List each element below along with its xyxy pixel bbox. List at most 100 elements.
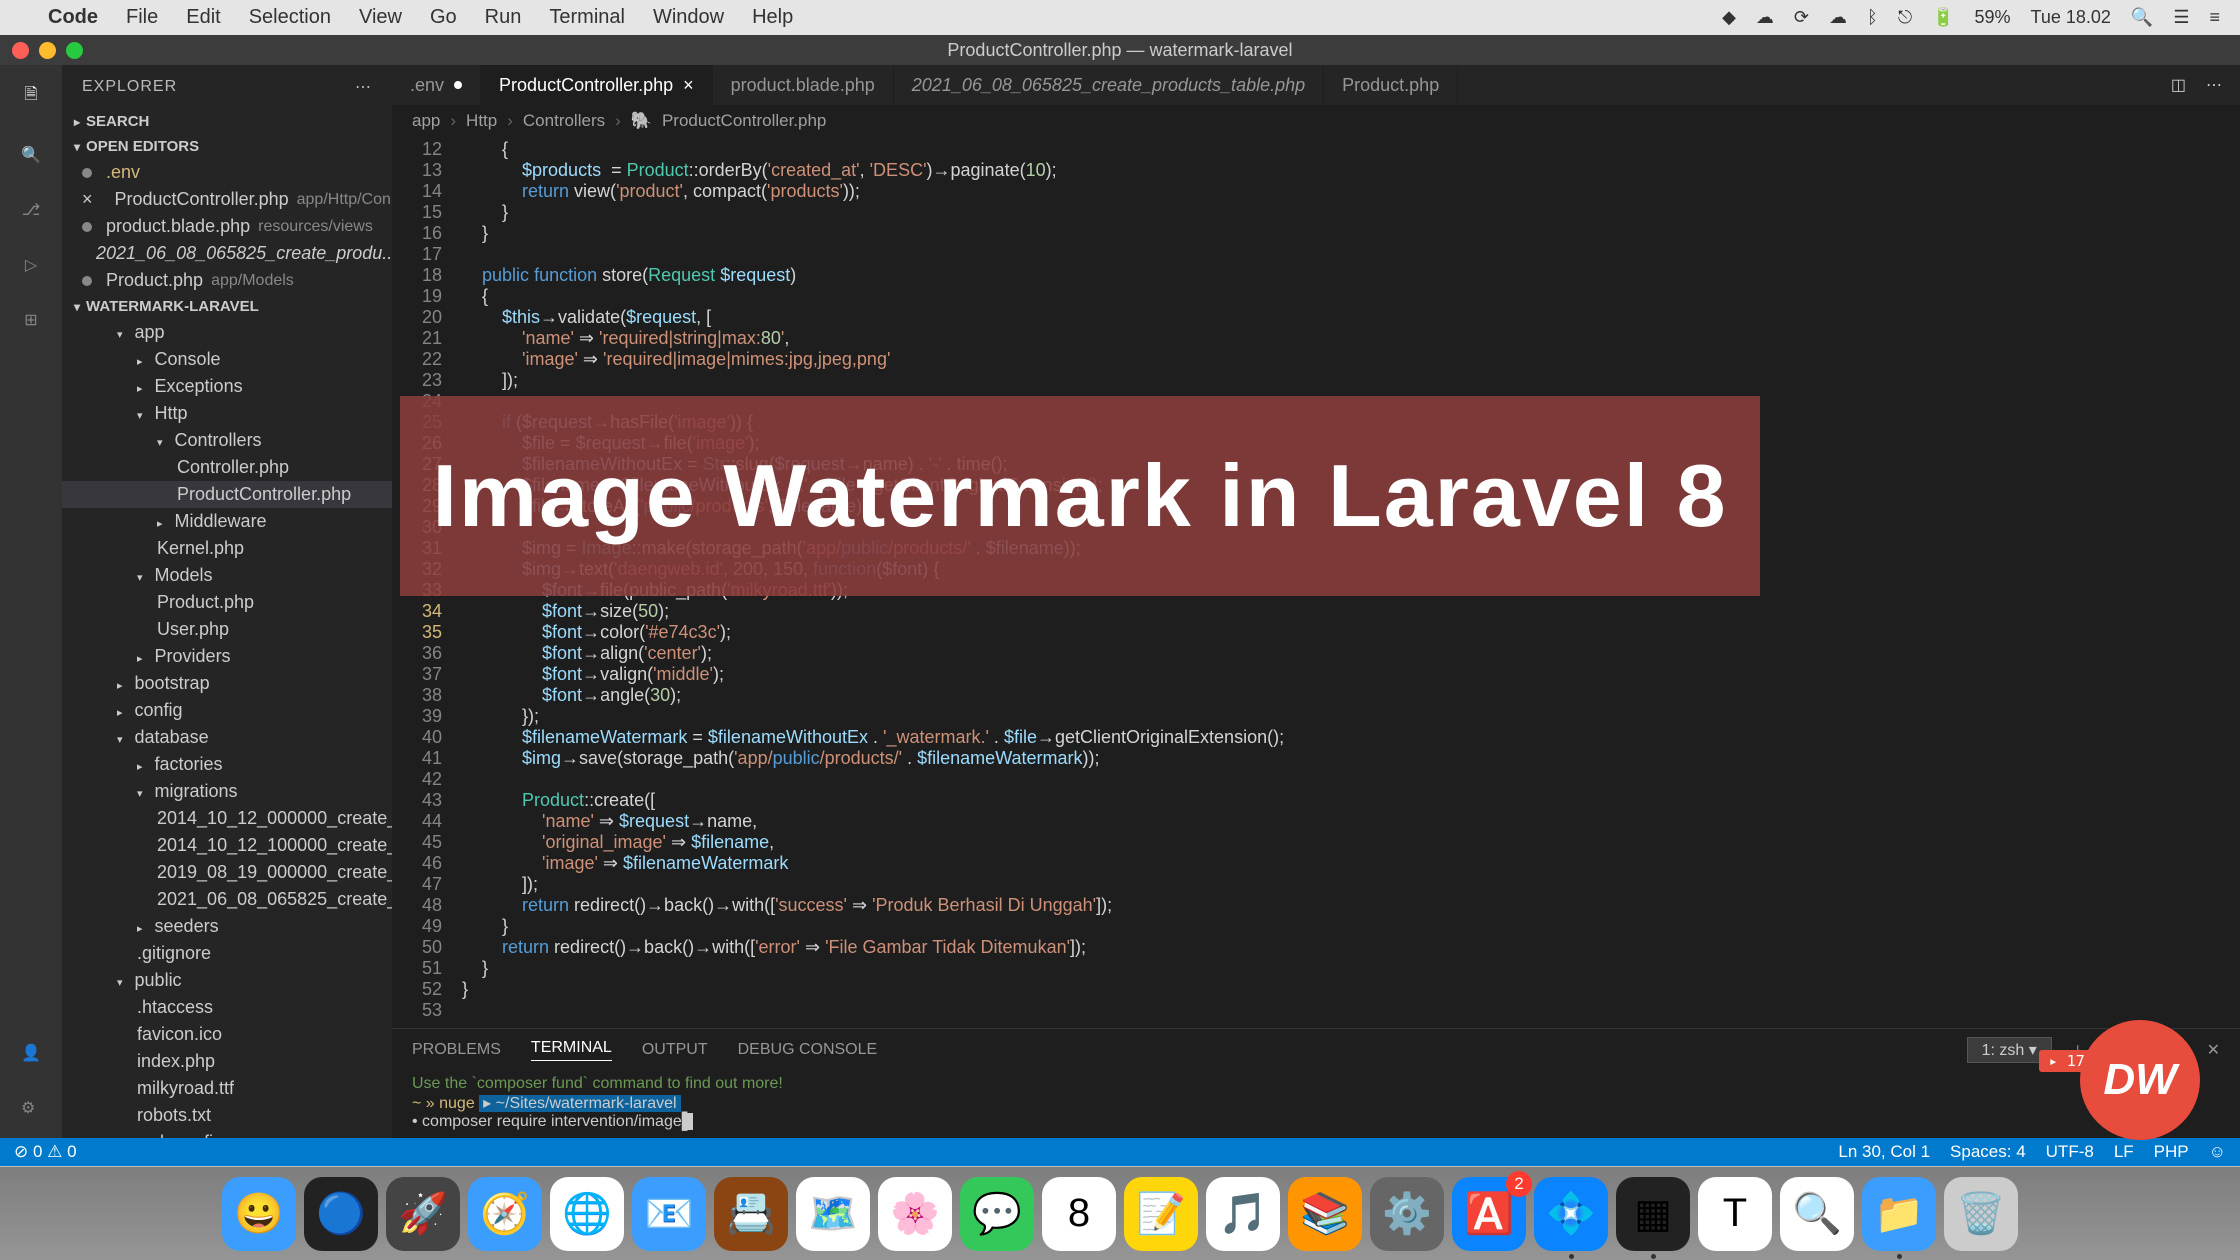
dock-app[interactable]: 🗺️ — [796, 1177, 870, 1251]
file-item[interactable]: .htaccess — [62, 994, 392, 1021]
spotlight-icon[interactable]: 🔍 — [2131, 7, 2153, 28]
file-item[interactable]: favicon.ico — [62, 1021, 392, 1048]
dock-app[interactable]: 🅰️2 — [1452, 1177, 1526, 1251]
file-item[interactable]: 2019_08_19_000000_create_failed_job... — [62, 859, 392, 886]
sidebar-more-icon[interactable]: ⋯ — [355, 77, 372, 97]
folder-item[interactable]: migrations — [62, 778, 392, 805]
dock-app[interactable]: 🎵 — [1206, 1177, 1280, 1251]
panel-tab-terminal[interactable]: TERMINAL — [531, 1039, 612, 1061]
folder-item[interactable]: database — [62, 724, 392, 751]
folder-item[interactable]: Exceptions — [62, 373, 392, 400]
bluetooth-icon[interactable]: ᛒ — [1867, 7, 1878, 28]
open-editor-item[interactable]: .env — [62, 159, 392, 186]
section-search[interactable]: SEARCH — [62, 109, 392, 134]
file-item[interactable]: 2014_10_12_000000_create_users_tabl... — [62, 805, 392, 832]
dock-app[interactable]: 😀 — [222, 1177, 296, 1251]
maximize-window[interactable] — [66, 42, 83, 59]
dock-app[interactable]: ▦ — [1616, 1177, 1690, 1251]
app-name-menu[interactable]: Code — [48, 6, 98, 29]
status-problems[interactable]: ⊘ 0 ⚠ 0 — [14, 1142, 77, 1162]
dock-app[interactable]: 📝 — [1124, 1177, 1198, 1251]
dock-app[interactable]: ⚙️ — [1370, 1177, 1444, 1251]
file-item[interactable]: index.php — [62, 1048, 392, 1075]
dock-app[interactable]: 8 — [1042, 1177, 1116, 1251]
dock-app[interactable]: 🌸 — [878, 1177, 952, 1251]
notification-icon[interactable]: ≡ — [2209, 7, 2220, 28]
terminal-body[interactable]: Use the `composer fund` command to find … — [392, 1071, 2240, 1135]
dock-app[interactable]: 📚 — [1288, 1177, 1362, 1251]
dock-app[interactable]: 🌐 — [550, 1177, 624, 1251]
status-eol[interactable]: LF — [2114, 1142, 2134, 1162]
menu-help[interactable]: Help — [752, 6, 793, 29]
folder-item[interactable]: Controllers — [62, 427, 392, 454]
open-editor-item[interactable]: product.blade.php resources/views — [62, 213, 392, 240]
menu-view[interactable]: View — [359, 6, 402, 29]
folder-item[interactable]: config — [62, 697, 392, 724]
account-icon[interactable]: 👤 — [21, 1043, 41, 1063]
dock-app[interactable]: 🔍 — [1780, 1177, 1854, 1251]
extensions-icon[interactable]: ⊞ — [24, 310, 37, 330]
dock-app[interactable]: 🧭 — [468, 1177, 542, 1251]
clock[interactable]: Tue 18.02 — [2031, 7, 2111, 28]
file-item[interactable]: milkyroad.ttf — [62, 1075, 392, 1102]
gear-icon[interactable]: ⚙ — [21, 1098, 41, 1118]
menu-file[interactable]: File — [126, 6, 158, 29]
dock-app[interactable]: 💠 — [1534, 1177, 1608, 1251]
status-indent[interactable]: Spaces: 4 — [1950, 1142, 2026, 1162]
section-project[interactable]: WATERMARK-LARAVEL — [62, 294, 392, 319]
file-item[interactable]: web.config — [62, 1129, 392, 1138]
folder-item[interactable]: Console — [62, 346, 392, 373]
panel-tab-output[interactable]: OUTPUT — [642, 1041, 708, 1059]
dock-app[interactable]: 📁 — [1862, 1177, 1936, 1251]
dropbox-icon[interactable]: ☁ — [1756, 7, 1774, 28]
editor-tab[interactable]: .env — [392, 65, 481, 105]
minimize-window[interactable] — [39, 42, 56, 59]
debug-icon[interactable]: ▷ — [25, 255, 37, 275]
dock-app[interactable]: 📧 — [632, 1177, 706, 1251]
panel-tab-problems[interactable]: PROBLEMS — [412, 1041, 501, 1059]
folder-item[interactable]: Http — [62, 400, 392, 427]
cloud-icon[interactable]: ☁ — [1829, 7, 1847, 28]
status-encoding[interactable]: UTF-8 — [2046, 1142, 2094, 1162]
file-item[interactable]: robots.txt — [62, 1102, 392, 1129]
breadcrumb[interactable]: app› Http› Controllers› 🐘ProductControll… — [392, 105, 2240, 137]
folder-item[interactable]: bootstrap — [62, 670, 392, 697]
menubar-extra-icon[interactable]: ◆ — [1722, 7, 1736, 28]
close-window[interactable] — [12, 42, 29, 59]
menu-selection[interactable]: Selection — [249, 6, 331, 29]
folder-item[interactable]: public — [62, 967, 392, 994]
editor-tab[interactable]: ProductController.php× — [481, 65, 713, 105]
scm-icon[interactable]: ⎇ — [22, 200, 40, 220]
file-item[interactable]: ProductController.php — [62, 481, 392, 508]
open-editor-item[interactable]: ×ProductController.php app/Http/Con... — [62, 186, 392, 213]
dock-app[interactable]: 📇 — [714, 1177, 788, 1251]
file-item[interactable]: Controller.php — [62, 454, 392, 481]
file-item[interactable]: Kernel.php — [62, 535, 392, 562]
close-icon[interactable]: × — [683, 75, 694, 96]
menu-window[interactable]: Window — [653, 6, 724, 29]
open-editor-item[interactable]: Product.php app/Models — [62, 267, 392, 294]
menu-terminal[interactable]: Terminal — [549, 6, 625, 29]
dock-app[interactable]: 💬 — [960, 1177, 1034, 1251]
search-icon[interactable]: 🔍 — [21, 145, 41, 165]
file-item[interactable]: 2021_06_08_065825_create_products... — [62, 886, 392, 913]
dock-app[interactable]: T — [1698, 1177, 1772, 1251]
wifi-icon[interactable]: ⎋ — [1898, 7, 1912, 28]
folder-item[interactable]: Models — [62, 562, 392, 589]
file-item[interactable]: 2014_10_12_100000_create_password_... — [62, 832, 392, 859]
editor-tab[interactable]: product.blade.php — [713, 65, 894, 105]
folder-item[interactable]: factories — [62, 751, 392, 778]
status-cursor[interactable]: Ln 30, Col 1 — [1838, 1142, 1930, 1162]
explorer-icon[interactable]: 🗎 — [25, 83, 38, 110]
close-panel-icon[interactable]: ✕ — [2207, 1040, 2220, 1060]
control-center-icon[interactable]: ☰ — [2173, 7, 2189, 28]
file-item[interactable]: .gitignore — [62, 940, 392, 967]
sync-icon[interactable]: ⟳ — [1794, 7, 1809, 28]
file-item[interactable]: User.php — [62, 616, 392, 643]
editor-tab[interactable]: 2021_06_08_065825_create_products_table.… — [894, 65, 1324, 105]
folder-item[interactable]: app — [62, 319, 392, 346]
split-editor-icon[interactable]: ◫ — [2171, 75, 2186, 95]
dock-app[interactable]: 🚀 — [386, 1177, 460, 1251]
battery-icon[interactable]: 🔋 — [1932, 7, 1954, 28]
folder-item[interactable]: Middleware — [62, 508, 392, 535]
